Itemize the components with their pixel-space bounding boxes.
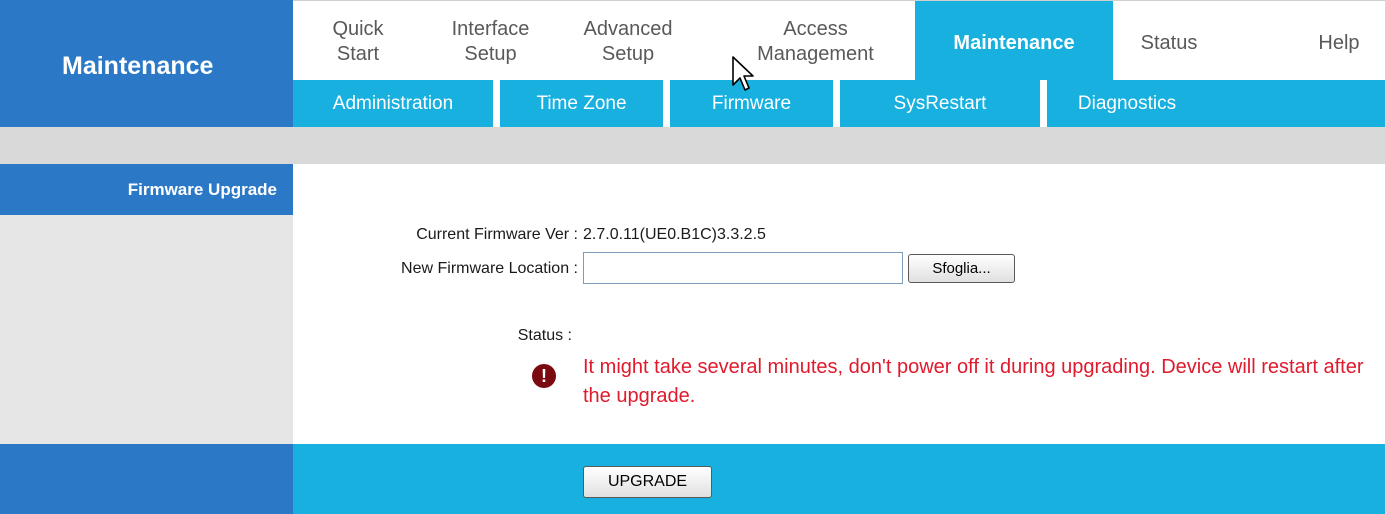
footer-action-bar: UPGRADE xyxy=(293,444,1385,514)
sub-nav: Administration Time Zone Firmware SysRes… xyxy=(293,80,1385,127)
status-label: Status : xyxy=(517,327,572,344)
brand-panel: Maintenance xyxy=(0,0,293,127)
tab-label-line2: Setup xyxy=(601,43,655,65)
new-firmware-label: New Firmware Location : xyxy=(401,260,578,277)
sidebar-section-title: Firmware Upgrade xyxy=(127,180,277,199)
subnav-item-time-zone[interactable]: Time Zone xyxy=(500,80,663,127)
tab-label-line1: Access xyxy=(783,18,848,40)
subnav-item-administration[interactable]: Administration xyxy=(293,80,493,127)
subnav-divider xyxy=(663,80,670,127)
page-section-title: Maintenance xyxy=(62,52,214,80)
tab-label-line1: Interface xyxy=(451,18,530,40)
browse-button[interactable]: Sfoglia... xyxy=(908,254,1015,283)
tab-maintenance[interactable]: Maintenance xyxy=(915,1,1113,81)
tab-label: Status xyxy=(1140,32,1198,54)
current-firmware-value: 2.7.0.11(UE0.B1C)3.3.2.5 xyxy=(583,226,766,243)
sidebar: Firmware Upgrade xyxy=(0,164,293,444)
top-nav: Quick Start Interface Setup Advanced Set… xyxy=(293,0,1385,81)
tab-status[interactable]: Status xyxy=(1113,1,1225,81)
subnav-item-sysrestart[interactable]: SysRestart xyxy=(840,80,1040,127)
tab-help[interactable]: Help xyxy=(1293,1,1385,81)
main-content: Current Firmware Ver : 2.7.0.11(UE0.B1C)… xyxy=(293,164,1385,444)
tab-label: Maintenance xyxy=(953,32,1075,54)
subnav-divider xyxy=(493,80,500,127)
upgrade-button[interactable]: UPGRADE xyxy=(583,466,712,498)
tab-label-line1: Quick xyxy=(332,18,384,40)
separator-band xyxy=(0,127,1385,164)
upgrade-warning-text: It might take several minutes, don't pow… xyxy=(583,356,1364,407)
tab-interface-setup[interactable]: Interface Setup xyxy=(423,1,558,81)
current-firmware-label: Current Firmware Ver : xyxy=(416,226,578,243)
footer-left-panel xyxy=(0,444,293,514)
warning-icon: ! xyxy=(532,364,556,388)
tab-label: Help xyxy=(1318,32,1360,54)
tab-advanced-setup[interactable]: Advanced Setup xyxy=(558,1,698,81)
mouse-cursor-icon xyxy=(732,56,754,91)
firmware-file-input[interactable] xyxy=(583,252,903,284)
subnav-divider xyxy=(833,80,840,127)
tab-label-line2: Setup xyxy=(464,43,517,65)
subnav-divider xyxy=(1040,80,1047,127)
subnav-item-diagnostics[interactable]: Diagnostics xyxy=(1047,80,1207,127)
sidebar-header: Firmware Upgrade xyxy=(0,164,293,215)
tab-quick-start[interactable]: Quick Start xyxy=(293,1,423,81)
tab-label-line2: Start xyxy=(336,43,380,65)
tab-label-line1: Advanced xyxy=(583,18,673,40)
